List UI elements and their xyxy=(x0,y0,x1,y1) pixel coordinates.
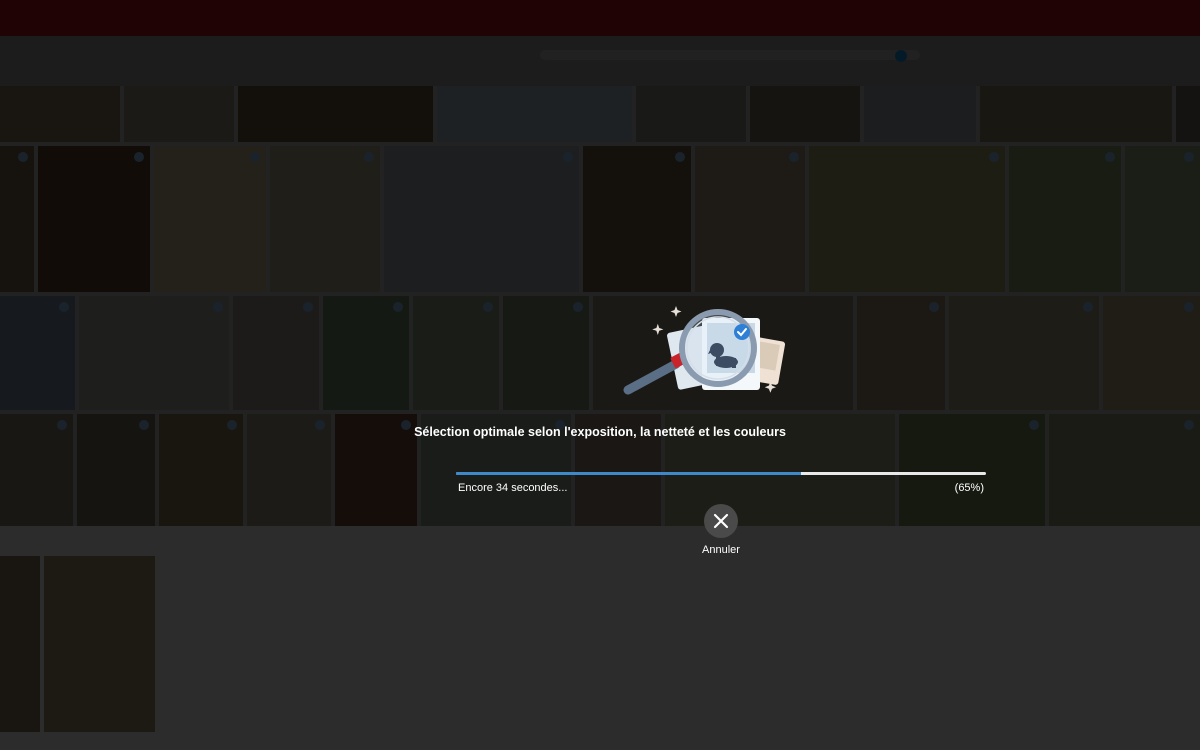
progress-fill xyxy=(456,472,801,475)
auto-selection-illustration xyxy=(623,306,786,395)
progress-percent: (65%) xyxy=(954,482,984,494)
time-remaining: Encore 34 secondes... xyxy=(458,482,568,494)
processing-overlay: Sélection optimale selon l'exposition, l… xyxy=(0,0,1200,750)
progress-bar xyxy=(456,472,986,475)
checkmark-icon xyxy=(734,324,750,340)
close-icon xyxy=(713,513,729,529)
status-message: Sélection optimale selon l'exposition, l… xyxy=(414,425,786,439)
cancel-button[interactable] xyxy=(704,504,738,538)
cancel-label[interactable]: Annuler xyxy=(681,544,761,556)
